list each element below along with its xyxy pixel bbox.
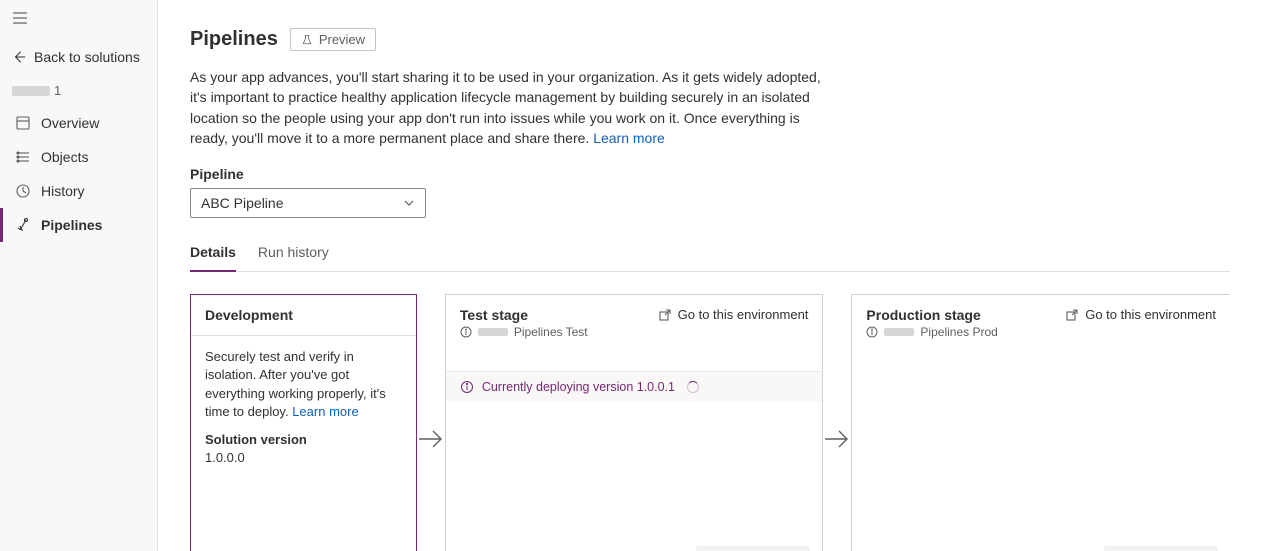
env-name: Pipelines Test bbox=[514, 325, 588, 339]
nav-label: Objects bbox=[41, 149, 88, 165]
objects-icon bbox=[15, 149, 31, 165]
redacted-text bbox=[884, 328, 914, 336]
stage-card-test: Test stage Pipelines Test Go to this env… bbox=[445, 294, 824, 551]
stage-header: Development bbox=[191, 295, 416, 335]
intro-body: As your app advances, you'll start shari… bbox=[190, 69, 821, 146]
solution-suffix: 1 bbox=[54, 83, 61, 98]
history-icon bbox=[15, 183, 31, 199]
stage-sub: Pipelines Test bbox=[460, 325, 809, 339]
redacted-text bbox=[12, 86, 50, 96]
stage-sub: Pipelines Prod bbox=[866, 325, 1216, 339]
hamburger-icon bbox=[12, 10, 28, 26]
header-row: Pipelines Preview bbox=[190, 28, 1230, 51]
arrow-right-icon bbox=[823, 425, 851, 453]
info-icon bbox=[460, 380, 474, 394]
nav-label: Overview bbox=[41, 115, 99, 131]
nav-item-overview[interactable]: Overview bbox=[0, 106, 157, 140]
arrow-left-icon bbox=[12, 50, 26, 64]
back-link-label: Back to solutions bbox=[34, 49, 140, 65]
deploy-here-button[interactable]: Deploy here bbox=[1104, 546, 1218, 551]
stage-header: Test stage Pipelines Test Go to this env… bbox=[446, 295, 823, 349]
overview-icon bbox=[15, 115, 31, 131]
solution-name-label: 1 bbox=[0, 75, 157, 106]
pipelines-icon bbox=[15, 217, 31, 233]
pipeline-field-label: Pipeline bbox=[190, 166, 1230, 182]
main-content: Pipelines Preview As your app advances, … bbox=[158, 0, 1262, 551]
nav-item-history[interactable]: History bbox=[0, 174, 157, 208]
preview-badge: Preview bbox=[290, 28, 376, 51]
arrow-connector bbox=[823, 294, 851, 551]
info-icon bbox=[866, 326, 878, 338]
nav-label: History bbox=[41, 183, 85, 199]
go-to-environment-link[interactable]: Go to this environment bbox=[1065, 307, 1216, 322]
dev-learn-more-link[interactable]: Learn more bbox=[292, 404, 358, 419]
stages-row: Development Securely test and verify in … bbox=[190, 294, 1230, 551]
go-link-label: Go to this environment bbox=[678, 307, 809, 322]
hamburger-menu-button[interactable] bbox=[0, 0, 157, 39]
nav-list: Overview Objects History Pipelines bbox=[0, 106, 157, 242]
tab-run-history[interactable]: Run history bbox=[258, 238, 329, 272]
preview-label: Preview bbox=[319, 32, 365, 47]
intro-learn-more-link[interactable]: Learn more bbox=[593, 130, 665, 146]
page-title: Pipelines bbox=[190, 28, 278, 51]
go-link-label: Go to this environment bbox=[1085, 307, 1216, 322]
deploying-status-bar: Currently deploying version 1.0.0.1 bbox=[446, 371, 823, 402]
tab-details[interactable]: Details bbox=[190, 238, 236, 272]
stage-card-development: Development Securely test and verify in … bbox=[190, 294, 417, 551]
solution-version-value: 1.0.0.0 bbox=[205, 449, 402, 467]
back-to-solutions-link[interactable]: Back to solutions bbox=[0, 39, 157, 75]
stage-card-production: Production stage Pipelines Prod Go to th… bbox=[851, 294, 1230, 551]
stage-title: Development bbox=[205, 307, 402, 323]
chevron-down-icon bbox=[403, 197, 415, 209]
stage-header: Production stage Pipelines Prod Go to th… bbox=[852, 295, 1230, 349]
tabs: Details Run history bbox=[190, 238, 1230, 272]
redacted-text bbox=[478, 328, 508, 336]
go-to-environment-link[interactable]: Go to this environment bbox=[658, 307, 809, 322]
intro-text: As your app advances, you'll start shari… bbox=[190, 67, 830, 148]
external-link-icon bbox=[1065, 308, 1079, 322]
pipeline-dropdown[interactable]: ABC Pipeline bbox=[190, 188, 426, 218]
external-link-icon bbox=[658, 308, 672, 322]
info-icon bbox=[460, 326, 472, 338]
nav-label: Pipelines bbox=[41, 217, 102, 233]
env-name: Pipelines Prod bbox=[920, 325, 997, 339]
sidebar: Back to solutions 1 Overview Objects His… bbox=[0, 0, 158, 551]
spinner-icon bbox=[687, 381, 699, 393]
arrow-connector bbox=[417, 294, 445, 551]
arrow-right-icon bbox=[417, 425, 445, 453]
solution-version-label: Solution version bbox=[205, 431, 402, 449]
nav-item-pipelines[interactable]: Pipelines bbox=[0, 208, 157, 242]
deploy-here-button[interactable]: Deploy here bbox=[696, 546, 810, 551]
dev-body: Securely test and verify in isolation. A… bbox=[191, 335, 416, 479]
deploying-msg: Currently deploying version 1.0.0.1 bbox=[482, 380, 675, 394]
beaker-icon bbox=[301, 34, 313, 46]
nav-item-objects[interactable]: Objects bbox=[0, 140, 157, 174]
pipeline-selected-value: ABC Pipeline bbox=[201, 195, 284, 211]
